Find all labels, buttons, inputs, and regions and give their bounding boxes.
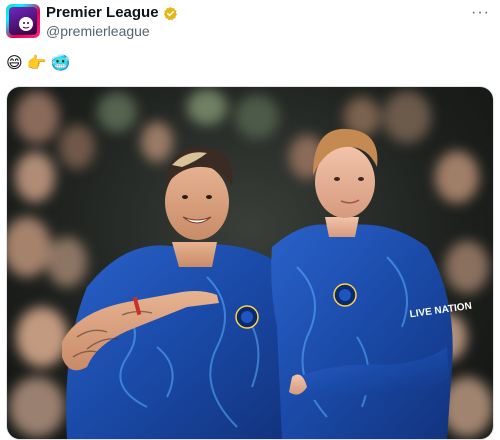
pointing-right-emoji: 👉 [26, 53, 47, 72]
more-options-button[interactable]: ··· [471, 4, 490, 22]
cold-face-emoji: 🥶 [50, 53, 71, 72]
photo-illustration: LIVE NATION [7, 89, 493, 439]
author-handle[interactable]: @premierleague [46, 23, 150, 39]
avatar-background [9, 7, 37, 35]
post-text: 😄 👉 🥶 [6, 53, 71, 73]
author-name-text[interactable]: Premier League [46, 4, 159, 22]
player-left [62, 147, 287, 439]
author-name[interactable]: Premier League [46, 4, 178, 22]
avatar[interactable] [6, 4, 40, 38]
premier-league-lion-icon [19, 17, 33, 31]
grinning-face-emoji: 😄 [6, 53, 23, 72]
post-photo[interactable]: LIVE NATION [6, 86, 494, 440]
verified-badge-icon [163, 6, 177, 20]
